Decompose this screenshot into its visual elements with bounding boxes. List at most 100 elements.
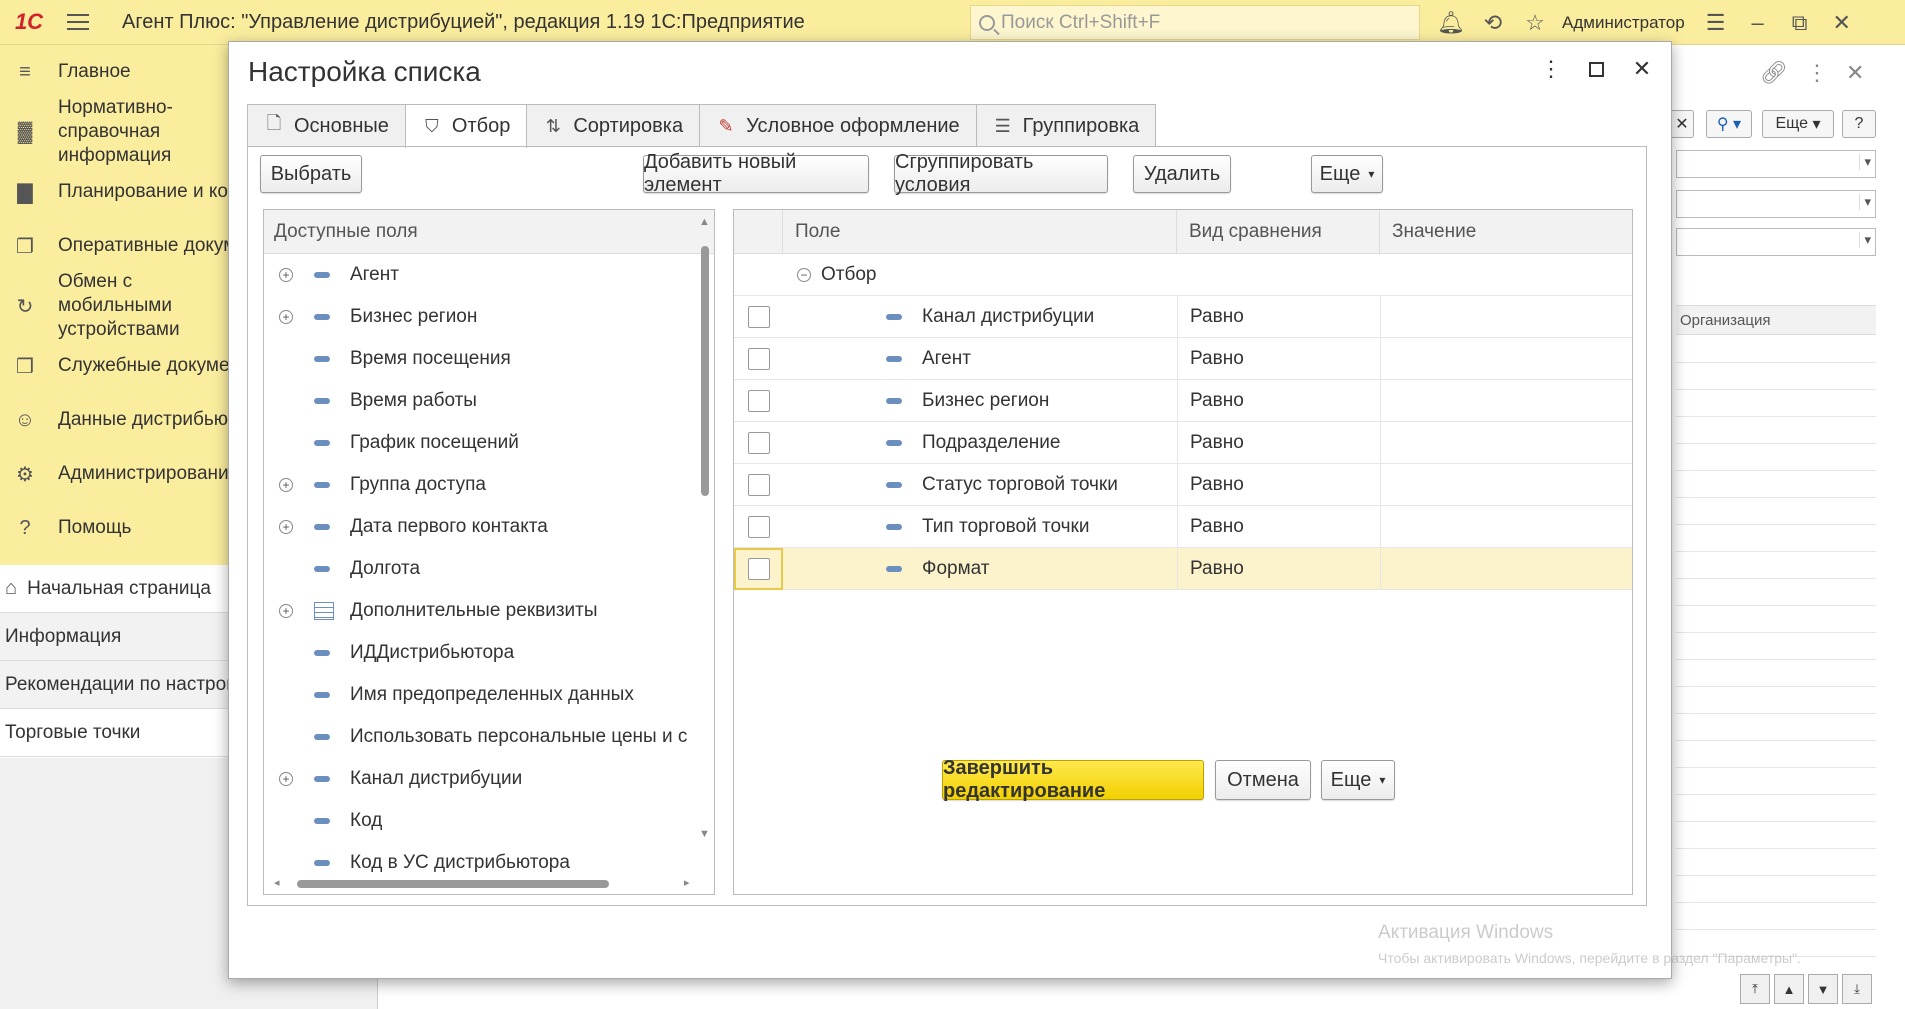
expand-icon[interactable]: + [279, 772, 293, 786]
bg-table-row[interactable] [1676, 741, 1876, 768]
link-icon[interactable]: 🔗︎ [1760, 60, 1788, 86]
open-window-info[interactable]: Информация [0, 613, 230, 661]
comparison-cell[interactable]: Равно [1177, 505, 1380, 548]
dialog-more-icon[interactable]: ⋮ [1538, 56, 1564, 82]
bg-table-row[interactable] [1676, 471, 1876, 498]
scroll-bottom-icon[interactable]: ⤓ [1842, 974, 1872, 1004]
bg-table-row[interactable] [1676, 903, 1876, 930]
expand-icon[interactable]: + [279, 520, 293, 534]
filter-row[interactable]: Статус торговой точки Равно [734, 463, 1632, 506]
bg-table-row[interactable] [1676, 417, 1876, 444]
hscroll-thumb[interactable] [297, 880, 609, 888]
tab-grouping[interactable]: ☰ Группировка [975, 104, 1157, 147]
comparison-cell[interactable]: Равно [1177, 337, 1380, 380]
available-field-item[interactable]: + Группа доступа [264, 464, 714, 506]
tab-conditional-format[interactable]: ✎ Условное оформление [699, 104, 977, 147]
filter-row[interactable]: Агент Равно [734, 337, 1632, 380]
scroll-down-arrow-icon[interactable]: ▼ [699, 828, 710, 840]
available-field-item[interactable]: Время посещения [264, 338, 714, 380]
value-cell[interactable] [1380, 337, 1632, 380]
comparison-cell[interactable]: Равно [1177, 421, 1380, 464]
filter-row[interactable]: Тип торговой точки Равно [734, 505, 1632, 548]
available-field-item[interactable]: Код [264, 800, 714, 842]
help-button[interactable]: ? [1842, 110, 1876, 138]
bg-table-row[interactable] [1676, 336, 1876, 363]
section-reference-info[interactable]: ▓ Нормативно-справочная информация [0, 99, 230, 165]
scroll-top-icon[interactable]: ⤒ [1740, 974, 1770, 1004]
bg-table-row[interactable] [1676, 444, 1876, 471]
search-button[interactable]: ⚲ ▾ [1706, 110, 1752, 138]
more-button[interactable]: Еще ▾ [1311, 155, 1383, 193]
scroll-right-arrow-icon[interactable]: ▸ [684, 876, 690, 889]
delete-button[interactable]: Удалить [1133, 155, 1231, 193]
bg-table-row[interactable] [1676, 768, 1876, 795]
scroll-up-icon[interactable]: ▲ [1774, 974, 1804, 1004]
tab-main[interactable]: 🗋︎ Основные [247, 104, 406, 147]
clear-search-button[interactable]: ✕ [1670, 110, 1694, 138]
field-cell[interactable]: Бизнес регион [783, 380, 1177, 422]
bg-more-button[interactable]: Еще ▾ [1762, 110, 1834, 138]
bell-icon[interactable]: 🔔︎ [1430, 0, 1472, 45]
field-cell[interactable]: Подразделение [783, 422, 1177, 464]
column-field[interactable]: Поле [783, 210, 1177, 254]
user-name[interactable]: Администратор [1562, 13, 1685, 33]
available-field-item[interactable]: Имя предопределенных данных [264, 674, 714, 716]
value-cell[interactable] [1380, 463, 1632, 506]
use-checkbox[interactable] [747, 473, 770, 496]
value-cell[interactable] [1380, 547, 1632, 590]
bg-table-row[interactable] [1676, 579, 1876, 606]
value-cell[interactable] [1380, 421, 1632, 464]
available-field-item[interactable]: + Канал дистрибуции [264, 758, 714, 800]
bg-table-row[interactable] [1676, 822, 1876, 849]
minimize-icon[interactable]: ‒ [1737, 0, 1779, 45]
scroll-up-arrow-icon[interactable]: ▲ [699, 216, 710, 228]
use-checkbox[interactable] [747, 557, 770, 580]
column-comparison[interactable]: Вид сравнения [1177, 210, 1380, 254]
open-window-recommendations[interactable]: Рекомендации по настройке [0, 661, 230, 709]
use-checkbox[interactable] [747, 347, 770, 370]
section-operational-docs[interactable]: ❐Оперативные документы [0, 219, 230, 273]
available-field-item[interactable]: + Агент [264, 254, 714, 296]
bg-table-row[interactable] [1676, 633, 1876, 660]
expand-icon[interactable]: + [279, 268, 293, 282]
bg-table-row[interactable] [1676, 795, 1876, 822]
scroll-down-icon[interactable]: ▼ [1808, 974, 1838, 1004]
filter-row[interactable]: Канал дистрибуции Равно [734, 295, 1632, 338]
cancel-button[interactable]: Отмена [1215, 760, 1311, 800]
value-cell[interactable] [1380, 505, 1632, 548]
bg-table-row[interactable] [1676, 687, 1876, 714]
bg-table-row[interactable] [1676, 390, 1876, 417]
more-actions-icon[interactable]: ⋮ [1806, 60, 1828, 86]
bg-table-row[interactable] [1676, 849, 1876, 876]
filter-row[interactable]: Подразделение Равно [734, 421, 1632, 464]
group-conditions-button[interactable]: Сгруппировать условия [894, 151, 1108, 196]
available-field-item[interactable]: Долгота [264, 548, 714, 590]
column-value[interactable]: Значение [1380, 210, 1632, 254]
bg-table-row[interactable] [1676, 363, 1876, 390]
use-checkbox[interactable] [747, 305, 770, 328]
expand-icon[interactable]: + [279, 478, 293, 492]
section-service-docs[interactable]: ❒Служебные документы [0, 339, 230, 393]
bg-filter-field-1[interactable] [1676, 150, 1876, 178]
available-field-item[interactable]: График посещений [264, 422, 714, 464]
use-checkbox[interactable] [747, 515, 770, 538]
field-cell[interactable]: Канал дистрибуции [783, 296, 1177, 338]
available-field-item[interactable]: Время работы [264, 380, 714, 422]
select-button[interactable]: Выбрать [260, 155, 362, 193]
1c-logo[interactable]: 1C [0, 0, 58, 45]
bg-table-row[interactable] [1676, 606, 1876, 633]
available-field-item[interactable]: + Бизнес регион [264, 296, 714, 338]
bg-table-row[interactable] [1676, 876, 1876, 903]
section-main[interactable]: ≡ Главное [0, 45, 230, 99]
use-checkbox[interactable] [747, 389, 770, 412]
field-cell[interactable]: Тип торговой точки [783, 506, 1177, 548]
use-checkbox[interactable] [747, 431, 770, 454]
close-app-icon[interactable]: ✕ [1821, 0, 1863, 45]
scroll-left-arrow-icon[interactable]: ◂ [274, 876, 280, 889]
bg-table-row[interactable] [1676, 525, 1876, 552]
collapse-icon[interactable]: − [797, 267, 811, 282]
main-menu-icon[interactable] [58, 0, 98, 45]
section-distributor-data[interactable]: ☺Данные дистрибьютора [0, 393, 230, 447]
comparison-cell[interactable]: Равно [1177, 547, 1380, 590]
bg-table-row[interactable] [1676, 552, 1876, 579]
